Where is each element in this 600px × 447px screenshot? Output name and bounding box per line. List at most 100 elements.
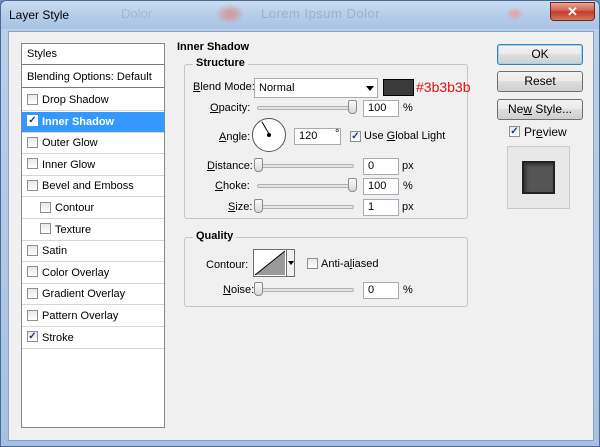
preview-checkbox[interactable]: ✓ (509, 126, 520, 137)
choke-label: Choke: (215, 180, 250, 192)
shadow-color-swatch[interactable] (383, 79, 414, 96)
style-item-label: Texture (55, 223, 92, 236)
noise-slider-track[interactable] (257, 288, 354, 292)
use-global-light-label: Use Global Light (364, 130, 446, 142)
style-item-label: Satin (42, 245, 68, 258)
blending-options-item[interactable]: Blending Options: Default (22, 67, 164, 88)
style-item-checkbox[interactable]: ✓ (27, 115, 38, 127)
choke-input[interactable]: 100 (363, 178, 399, 195)
style-item-contour[interactable]: Contour (22, 198, 164, 219)
style-item-checkbox[interactable] (27, 179, 38, 191)
noise-input[interactable]: 0 (363, 282, 399, 299)
style-item-label: Stroke (42, 331, 74, 344)
use-global-light-checkbox[interactable]: ✓ (350, 131, 361, 142)
noise-label: Noise: (223, 284, 255, 296)
opacity-label: Opacity: (210, 102, 251, 114)
style-item-label: Inner Shadow (42, 115, 115, 128)
size-input[interactable]: 1 (363, 199, 399, 216)
contour-curve-icon (254, 250, 286, 276)
opacity-unit: % (403, 102, 413, 114)
angle-unit: ° (335, 128, 340, 140)
style-item-checkbox[interactable] (27, 244, 38, 256)
style-item-label: Bevel and Emboss (42, 180, 134, 193)
style-item-label: Contour (55, 202, 95, 214)
anti-aliased-label: Anti-aliased (321, 258, 379, 270)
close-icon: ✕ (567, 4, 578, 19)
size-label: Size: (228, 201, 253, 213)
style-item-checkbox[interactable] (27, 266, 38, 278)
color-hex-annotation: #3b3b3b (416, 79, 471, 95)
opacity-input[interactable]: 100 (363, 100, 399, 117)
distance-slider-thumb[interactable] (254, 158, 263, 172)
chevron-down-icon (288, 261, 294, 265)
style-item-inner-shadow[interactable]: ✓ Inner Shadow (22, 111, 164, 133)
size-slider-thumb[interactable] (254, 199, 263, 213)
style-item-label: Color Overlay (42, 266, 110, 279)
chevron-down-icon (366, 86, 374, 91)
style-item-satin[interactable]: Satin (22, 241, 164, 263)
contour-dropdown-button[interactable] (286, 249, 295, 277)
ok-button[interactable]: OK (497, 44, 583, 65)
style-item-checkbox[interactable] (40, 201, 51, 213)
style-item-label: Inner Glow (42, 158, 96, 171)
angle-dial[interactable] (252, 118, 286, 152)
style-item-drop-shadow[interactable]: Drop Shadow (22, 90, 164, 111)
style-item-checkbox[interactable]: ✓ (27, 331, 38, 343)
preview-label: Preview (524, 125, 567, 139)
background-blur-spot (506, 7, 524, 21)
new-style-button[interactable]: New Style... (497, 99, 583, 120)
style-item-checkbox[interactable] (27, 309, 38, 321)
background-title-ghost-left: Dolor (121, 6, 153, 21)
angle-input[interactable]: 120 (294, 128, 341, 145)
style-item-label: Drop Shadow (42, 94, 109, 106)
angle-label: Angle: (219, 131, 251, 143)
style-item-label: Pattern Overlay (42, 310, 119, 322)
distance-label: Distance: (207, 160, 253, 172)
opacity-slider-thumb[interactable] (348, 100, 357, 114)
distance-unit: px (402, 160, 414, 172)
style-item-checkbox[interactable] (40, 223, 51, 235)
quality-group: Quality (184, 230, 468, 307)
dialog-body: Styles Blending Options: Default Drop Sh… (8, 31, 594, 441)
title-bar[interactable]: Layer Style Dolor Lorem Ipsum Dolor ✕ (1, 1, 599, 29)
opacity-slider-track[interactable] (257, 106, 354, 110)
style-item-gradient-overlay[interactable]: Gradient Overlay (22, 284, 164, 306)
style-item-color-overlay[interactable]: Color Overlay (22, 263, 164, 284)
noise-slider-thumb[interactable] (254, 282, 263, 296)
background-logo-blur (215, 4, 245, 24)
style-item-checkbox[interactable] (27, 158, 38, 170)
layer-style-dialog: Layer Style Dolor Lorem Ipsum Dolor ✕ St… (0, 0, 600, 447)
styles-header[interactable]: Styles (22, 44, 164, 65)
choke-slider-track[interactable] (257, 184, 354, 188)
styles-list: Styles Blending Options: Default Drop Sh… (21, 43, 165, 428)
style-item-checkbox[interactable] (27, 136, 38, 148)
contour-label: Contour: (206, 259, 249, 271)
structure-title: Structure (193, 57, 248, 69)
anti-aliased-checkbox[interactable] (307, 258, 318, 269)
style-item-pattern-overlay[interactable]: Pattern Overlay (22, 306, 164, 327)
blend-mode-label: Blend Mode: (193, 81, 255, 93)
style-item-label: Gradient Overlay (42, 288, 126, 301)
style-item-texture[interactable]: Texture (22, 220, 164, 241)
style-item-outer-glow[interactable]: Outer Glow (22, 133, 164, 155)
blend-mode-value: Normal (259, 82, 295, 94)
size-unit: px (402, 201, 414, 213)
size-slider-track[interactable] (257, 205, 354, 209)
style-item-stroke[interactable]: ✓ Stroke (22, 328, 164, 349)
style-item-label: Outer Glow (42, 137, 98, 150)
style-item-inner-glow[interactable]: Inner Glow (22, 155, 164, 176)
style-item-bevel-and-emboss[interactable]: Bevel and Emboss (22, 176, 164, 198)
inner-shadow-title: Inner Shadow (177, 41, 253, 53)
reset-button[interactable]: Reset (497, 71, 583, 92)
style-item-checkbox[interactable] (27, 93, 38, 105)
close-button[interactable]: ✕ (550, 2, 595, 21)
background-title-ghost: Lorem Ipsum Dolor (261, 6, 381, 21)
quality-title: Quality (193, 230, 237, 242)
contour-picker[interactable] (253, 249, 287, 277)
choke-unit: % (403, 180, 413, 192)
choke-slider-thumb[interactable] (348, 178, 357, 192)
distance-input[interactable]: 0 (363, 158, 399, 175)
distance-slider-track[interactable] (257, 164, 354, 168)
blend-mode-select[interactable]: Normal (254, 78, 378, 98)
style-item-checkbox[interactable] (27, 287, 38, 299)
